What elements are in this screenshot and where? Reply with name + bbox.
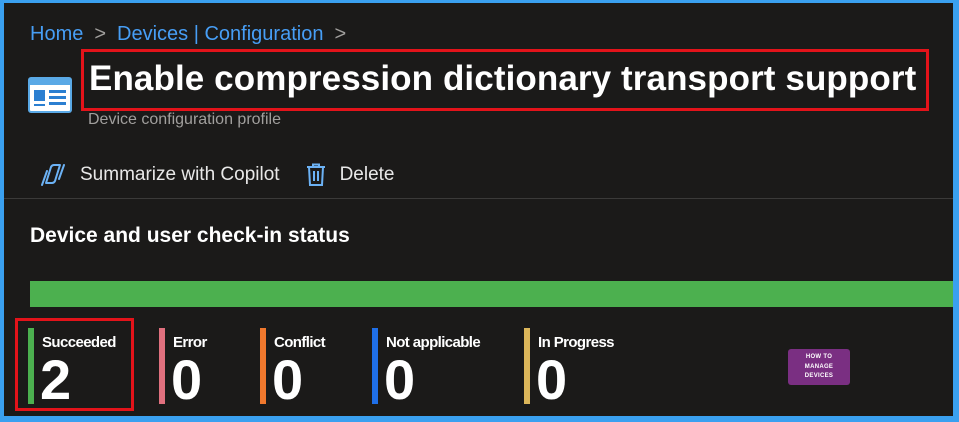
checkin-status-bar-fill xyxy=(30,281,953,307)
summarize-with-copilot-button[interactable]: Summarize with Copilot xyxy=(40,163,280,187)
stat-not-applicable-value: 0 xyxy=(384,348,416,411)
stat-in-progress-value: 0 xyxy=(536,348,568,411)
toolbar-divider xyxy=(4,198,953,199)
breadcrumb-separator-icon: > xyxy=(334,22,347,45)
stat-error-value: 0 xyxy=(171,348,203,411)
breadcrumb-devices-configuration-link[interactable]: Devices | Configuration xyxy=(117,23,323,46)
stat-in-progress-indicator xyxy=(524,328,530,404)
page-title: Enable compression dictionary transport … xyxy=(89,59,917,98)
delete-label: Delete xyxy=(339,164,395,185)
stat-conflict-indicator xyxy=(260,328,266,404)
stat-error-indicator xyxy=(159,328,165,404)
breadcrumb-home-link[interactable]: Home xyxy=(30,23,83,46)
breadcrumb: Home > Devices | Configuration > xyxy=(30,21,357,47)
watermark-logo: HOW TO MANAGE DEVICES xyxy=(788,349,850,385)
configuration-profile-icon xyxy=(28,75,72,115)
checkin-status-bar xyxy=(30,281,953,307)
portal-panel: Home > Devices | Configuration > Enable … xyxy=(4,3,953,416)
succeeded-highlight-box xyxy=(15,318,134,411)
delete-button[interactable]: Delete xyxy=(306,163,395,187)
command-bar: Summarize with Copilot Delete xyxy=(40,160,395,190)
breadcrumb-separator-icon: > xyxy=(94,22,107,45)
page-subtitle: Device configuration profile xyxy=(88,111,281,128)
section-title-checkin-status: Device and user check-in status xyxy=(30,224,350,247)
stat-conflict-value: 0 xyxy=(272,348,304,411)
copilot-icon xyxy=(41,164,65,186)
trash-icon xyxy=(306,163,325,186)
stat-not-applicable-indicator xyxy=(372,328,378,404)
summarize-with-copilot-label: Summarize with Copilot xyxy=(80,164,280,185)
